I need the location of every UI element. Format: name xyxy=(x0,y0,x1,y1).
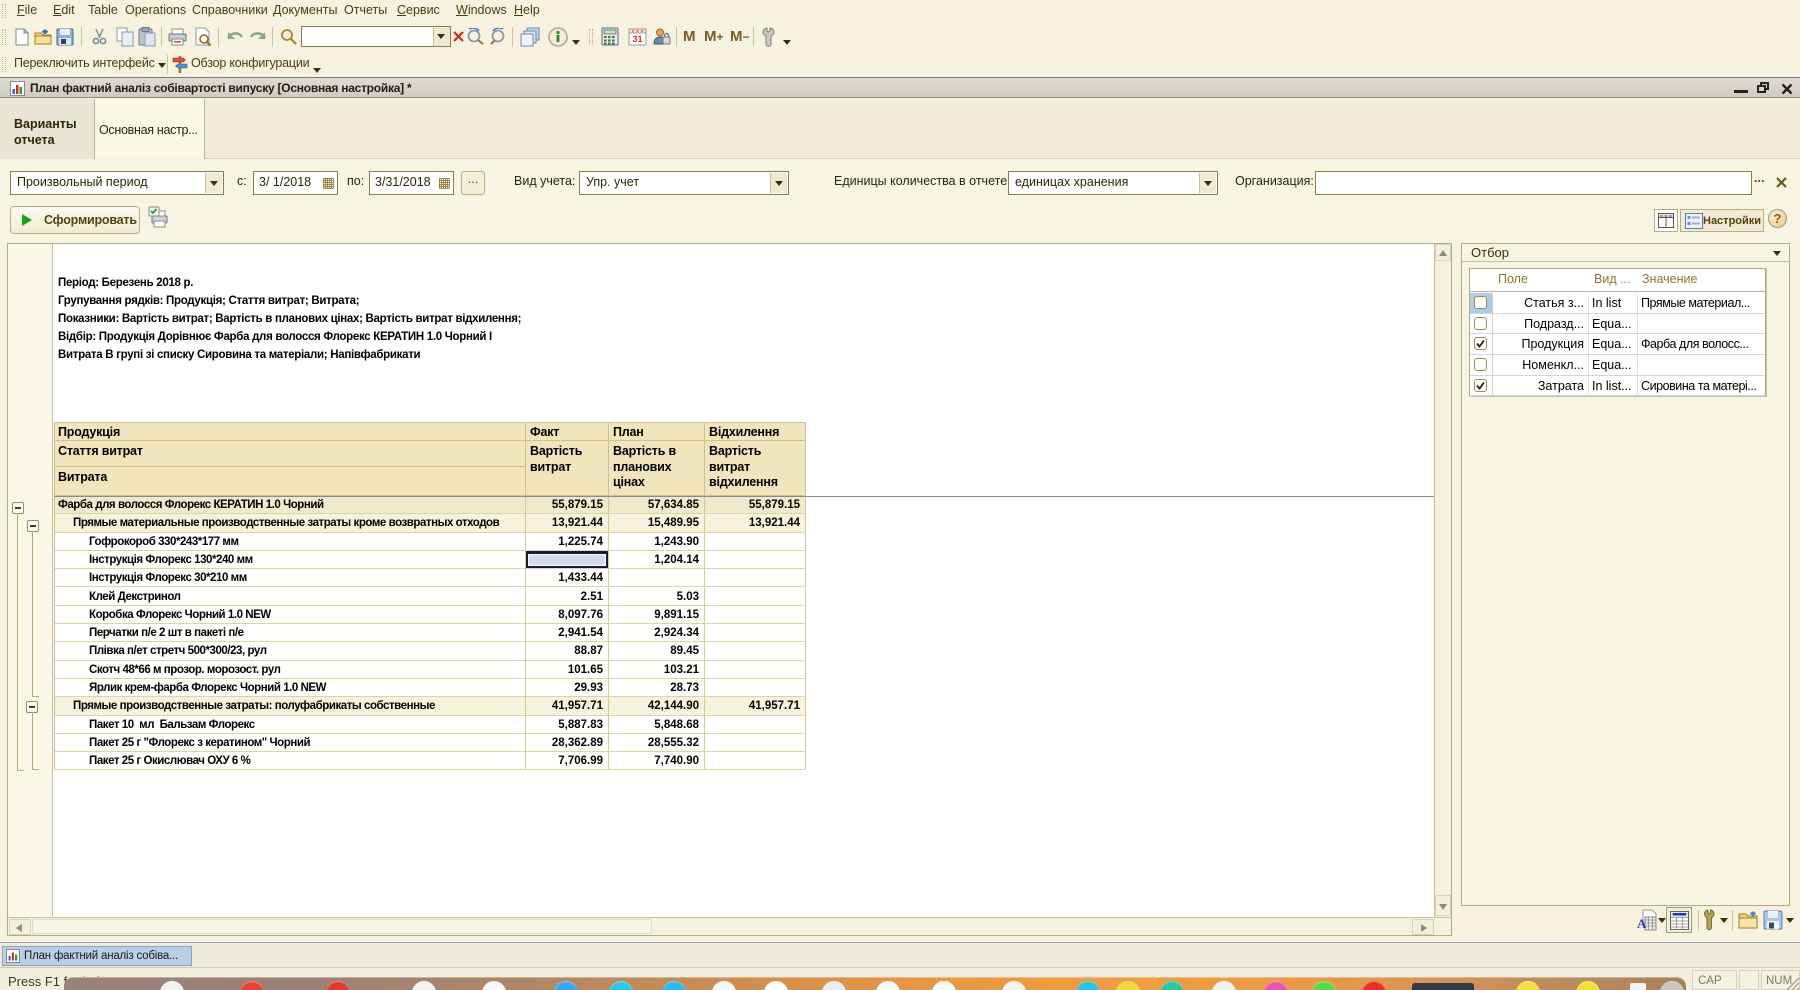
svg-text:31: 31 xyxy=(632,34,642,44)
svg-text:A: A xyxy=(1637,916,1647,931)
